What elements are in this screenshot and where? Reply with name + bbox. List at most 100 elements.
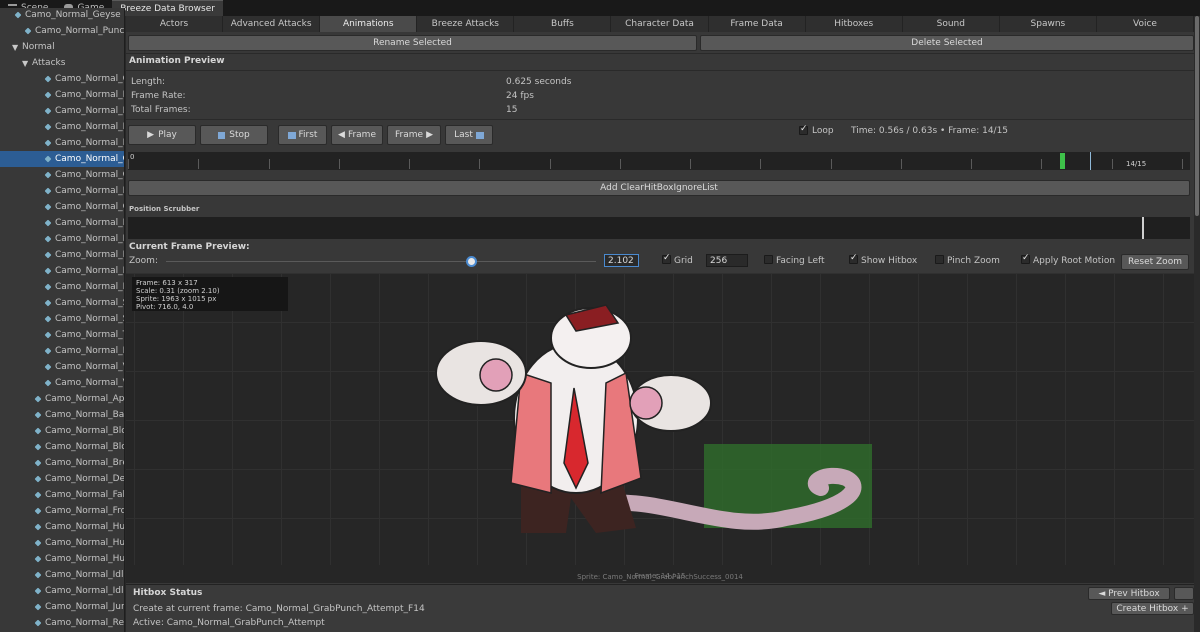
hierarchy-item[interactable]: Camo_Normal_Blo [0,423,124,439]
hierarchy-item[interactable]: Camo_Normal_I [0,119,124,135]
tab-actors[interactable]: Actors [126,16,224,32]
facing-left-checkbox[interactable] [764,255,773,264]
hierarchy-item[interactable]: Camo_Normal_I [0,135,125,151]
hierarchy-item[interactable]: Camo_Normal_S [0,311,124,327]
tab-buffs[interactable]: Buffs [514,16,612,32]
play-button[interactable]: ▶ Play [128,125,196,145]
tab-breeze-attacks[interactable]: Breeze Attacks [417,16,515,32]
last-frame-button[interactable]: Last [445,125,493,145]
hierarchy-item[interactable]: Camo_Normal_Idle [0,567,124,583]
previous-frame-button[interactable]: ◀ Frame [331,125,383,145]
frame-preview-viewport[interactable]: Frame: 613 x 317 Scale: 0.31 (zoom 2.10)… [126,273,1194,583]
next-frame-button[interactable]: Frame ▶ [387,125,441,145]
hierarchy-item[interactable]: Camo_Normal_Bre [0,455,124,471]
zoom-input[interactable]: 2.102 [604,254,639,267]
animation-asset-icon [34,411,43,419]
animation-asset-icon [44,187,53,195]
keyframe-marker[interactable] [1060,153,1065,169]
hierarchy-item[interactable]: Camo_Normal_G [0,199,124,215]
hierarchy-item[interactable]: Camo_Normal_G [0,151,124,167]
hierarchy-folder[interactable]: ▼ Attacks [0,55,124,71]
pivot-text: Pivot: 716.0, 4.0 [136,303,194,311]
rename-selected-button[interactable]: Rename Selected [128,35,697,51]
next-hitbox-button[interactable] [1174,587,1194,600]
hierarchy-item[interactable]: Camo_Normal_G [0,167,124,183]
hierarchy-folder[interactable]: ▼ Normal [0,39,124,55]
panel-scrollbar[interactable] [1194,16,1200,632]
hierarchy-item-label: Camo_Normal_Hu [45,522,125,532]
hierarchy-item[interactable]: Camo_Normal_T [0,327,124,343]
scrubber-handle[interactable] [1142,217,1144,239]
grid-size-input[interactable]: 256 [706,254,748,267]
expand-arrow-icon[interactable]: ▼ [12,43,22,52]
animation-asset-icon [44,363,53,371]
loop-checkbox[interactable] [799,124,808,135]
scrollbar-thumb[interactable] [1195,16,1199,216]
timeline-tick [269,159,270,169]
tab-hitboxes[interactable]: Hitboxes [806,16,903,32]
stop-button[interactable]: Stop [200,125,268,145]
tab-voice[interactable]: Voice [1097,16,1195,32]
expand-arrow-icon[interactable]: ▼ [22,59,32,68]
first-frame-button[interactable]: First [278,125,327,145]
hierarchy-item[interactable]: Camo_Normal_I [0,215,124,231]
hierarchy-item[interactable]: Camo_Normal_S [0,295,124,311]
animation-asset-icon [44,75,53,83]
hierarchy-item-label: Camo_Normal_Idle [45,586,125,596]
tab-frame-data[interactable]: Frame Data [709,16,806,32]
hierarchy-item[interactable]: Camo_Normal_V [0,375,124,391]
hierarchy-item[interactable]: Camo_Normal_I [0,231,124,247]
frame-timeline[interactable]: 0 14/15 [128,152,1190,170]
hierarchy-item[interactable]: Camo_Normal_G [0,71,124,87]
hierarchy-item[interactable]: Camo_Normal_Jur [0,599,124,615]
hierarchy-item[interactable]: Camo_Normal_Hu [0,551,124,567]
hierarchy-item[interactable]: Camo_Normal_Fro [0,503,124,519]
pinch-zoom-checkbox[interactable] [935,255,944,264]
create-hitbox-button[interactable]: Create Hitbox + [1111,602,1194,615]
timeline-playhead[interactable] [1090,152,1091,170]
hierarchy-item[interactable]: Camo_Normal_Idle [0,583,125,599]
reset-zoom-button[interactable]: Reset Zoom [1121,254,1189,270]
add-clear-hitbox-ignore-list-button[interactable]: Add ClearHitBoxIgnoreList [128,180,1190,196]
animation-asset-icon [34,427,43,435]
tab-advanced-attacks[interactable]: Advanced Attacks [223,16,321,32]
tab-spawns[interactable]: Spawns [1000,16,1097,32]
hierarchy-item[interactable]: Camo_Normal_I [0,87,125,103]
hierarchy-item[interactable]: Camo_Normal_V [0,359,124,375]
hierarchy-item[interactable]: Camo_Normal_I [0,183,124,199]
frame-info-overlay: Frame: 613 x 317 Scale: 0.31 (zoom 2.10)… [132,277,288,311]
hierarchy-item[interactable]: Camo_Normal_Punch [0,23,124,39]
show-hitbox-checkbox[interactable] [849,253,858,264]
prev-hitbox-button[interactable]: ◄ Prev Hitbox [1088,587,1170,600]
hierarchy-item[interactable]: Camo_Normal_App [0,391,124,407]
hierarchy-item[interactable]: Camo_Normal_Geyse [0,8,124,23]
hierarchy-item[interactable]: Camo_Normal_I [0,279,124,295]
delete-selected-button[interactable]: Delete Selected [700,35,1194,51]
hierarchy-item[interactable]: Camo_Normal_Fal [0,487,124,503]
zoom-slider[interactable] [166,256,596,267]
apply-root-motion-checkbox[interactable] [1021,253,1030,264]
hierarchy-item[interactable]: Camo_Normal_Rec [0,615,124,631]
hierarchy-item-label: Camo_Normal_I [55,138,125,148]
hierarchy-item[interactable]: Camo_Normal_De [0,471,124,487]
breeze-data-browser-tab[interactable]: Breeze Data Browser [112,0,223,16]
tab-sound[interactable]: Sound [903,16,1000,32]
animation-asset-icon [44,315,53,323]
zoom-slider-knob[interactable] [466,256,477,267]
tab-character-data[interactable]: Character Data [611,16,709,32]
hierarchy-item[interactable]: Camo_Normal_Hu [0,535,124,551]
loop-label: Loop [812,126,834,136]
grid-checkbox[interactable] [662,253,671,264]
hierarchy-item[interactable]: Camo_Normal_I [0,343,124,359]
hierarchy-item[interactable]: Camo_Normal_Blo [0,439,124,455]
hierarchy-item[interactable]: Camo_Normal_I [0,103,124,119]
position-scrubber[interactable] [128,217,1190,239]
hierarchy-item[interactable]: Camo_Normal_Hu [0,519,125,535]
hierarchy-item[interactable]: Camo_Normal_I [0,263,124,279]
animation-asset-icon [44,235,53,243]
hierarchy-item[interactable]: Camo_Normal_Bac [0,407,125,423]
hierarchy-item-label: Camo_Normal_I [55,90,125,100]
hierarchy-item[interactable]: Camo_Normal_I [0,247,124,263]
hierarchy-item-label: Camo_Normal_Bac [45,410,125,420]
tab-animations[interactable]: Animations [320,16,418,32]
